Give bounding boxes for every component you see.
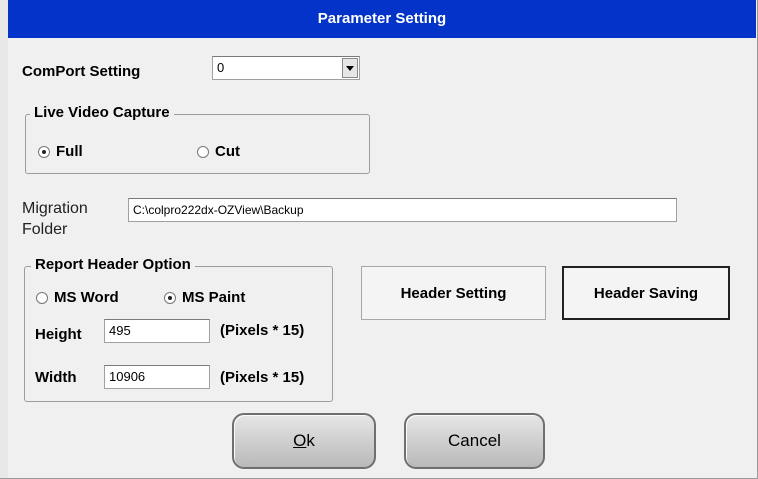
- radio-ms-word-label: MS Word: [54, 289, 119, 306]
- width-label: Width: [35, 369, 77, 386]
- comport-label: ComPort Setting: [22, 63, 141, 80]
- migration-folder-value: C:\colpro222dx-OZView\Backup: [133, 203, 304, 217]
- radio-ms-paint-indicator[interactable]: [164, 291, 176, 304]
- radio-ms-word[interactable]: MS Word: [36, 289, 119, 306]
- radio-full[interactable]: Full: [38, 143, 83, 160]
- ok-label-rest: k: [306, 431, 315, 450]
- cancel-button[interactable]: Cancel: [404, 413, 545, 469]
- title-bar: Parameter Setting: [8, 0, 756, 38]
- window-title: Parameter Setting: [317, 10, 447, 27]
- height-label: Height: [35, 326, 82, 343]
- radio-full-indicator[interactable]: [38, 145, 50, 158]
- comport-select[interactable]: 0: [212, 56, 360, 80]
- migration-label-line1: Migration: [22, 200, 88, 217]
- header-saving-label: Header Saving: [593, 284, 699, 302]
- comport-value: 0: [217, 60, 225, 75]
- report-header-option-legend: Report Header Option: [31, 256, 195, 273]
- radio-cut-label: Cut: [215, 143, 240, 160]
- width-value: 10906: [109, 369, 146, 384]
- ok-button[interactable]: Ok: [232, 413, 376, 469]
- width-input[interactable]: 10906: [104, 365, 210, 389]
- height-input[interactable]: 495: [104, 319, 210, 343]
- header-saving-button[interactable]: Header Saving: [562, 266, 730, 320]
- header-setting-button[interactable]: Header Setting: [361, 266, 546, 320]
- cancel-label: Cancel: [448, 431, 501, 450]
- chevron-down-icon[interactable]: [342, 58, 358, 78]
- radio-full-label: Full: [56, 143, 83, 160]
- radio-cut-indicator[interactable]: [197, 145, 209, 158]
- radio-ms-word-indicator[interactable]: [36, 291, 48, 304]
- height-value: 495: [109, 323, 131, 338]
- migration-label-line2: Folder: [22, 221, 68, 238]
- header-setting-label: Header Setting: [400, 284, 507, 302]
- radio-ms-paint-label: MS Paint: [182, 289, 246, 306]
- migration-folder-input[interactable]: C:\colpro222dx-OZView\Backup: [128, 198, 677, 222]
- width-unit-label: (Pixels * 15): [220, 369, 305, 386]
- height-unit-label: (Pixels * 15): [220, 322, 305, 339]
- ok-accelerator: O: [293, 431, 307, 450]
- parameter-setting-dialog: Parameter Setting ComPort Setting 0 Live…: [0, 0, 758, 479]
- live-video-capture-legend: Live Video Capture: [30, 104, 174, 121]
- migration-folder-label: Migration Folder: [22, 198, 88, 240]
- radio-ms-paint[interactable]: MS Paint: [164, 289, 245, 306]
- radio-cut[interactable]: Cut: [197, 143, 240, 160]
- window-left-edge: [0, 0, 8, 478]
